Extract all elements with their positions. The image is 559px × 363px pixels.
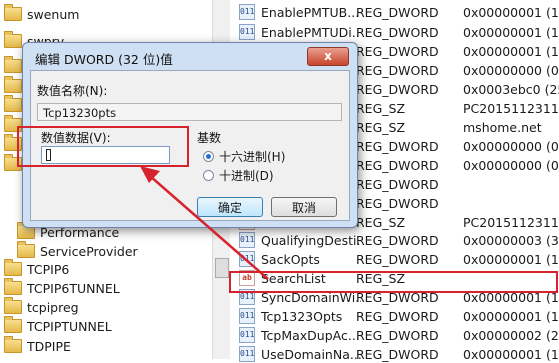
value-type: REG_DWORD	[356, 308, 439, 324]
value-name-field: Tcp13230pts	[37, 103, 342, 121]
value-type: REG_DWORD	[356, 232, 439, 248]
base-group-label: 基数	[197, 131, 222, 145]
value-name: QualifyingDesti...	[261, 232, 361, 248]
registry-value-row[interactable]: 011 QualifyingDesti... REG_DWORD 0x00000003…	[230, 231, 559, 249]
value-data: PC201511231133	[463, 100, 559, 116]
value-type: REG_DWORD	[356, 346, 439, 362]
radio-hex-label: 十六进制(H)	[219, 150, 286, 164]
value-data: 0x00000001 (1)	[463, 43, 559, 59]
folder-icon	[4, 95, 22, 112]
value-type: REG_DWORD	[356, 251, 439, 267]
radio-hex-indicator[interactable]	[203, 151, 214, 162]
value-type: REG_DWORD	[356, 176, 439, 192]
registry-value-row[interactable]: 011 EnablePMTUDi... REG_DWORD 0x00000001 (1…	[230, 23, 559, 41]
tree-item[interactable]: TCPIPTUNNEL	[4, 316, 112, 336]
value-type: REG_DWORD	[356, 24, 439, 40]
registry-value-row[interactable]: 011 EnablePMTUB... REG_DWORD 0x00000001 (1)	[230, 3, 559, 21]
value-data: 0x00000003 (3)	[463, 232, 559, 248]
scrollbar-thumb[interactable]	[215, 258, 229, 278]
value-data: 0x00000000 (0)	[463, 157, 559, 173]
tree-item[interactable]: ServiceProvider	[17, 241, 138, 261]
radio-dec-label: 十进制(D)	[219, 169, 274, 183]
value-type: REG_DWORD	[356, 157, 439, 173]
folder-icon	[4, 278, 22, 295]
value-name: UseDomainNa...	[261, 346, 361, 362]
folder-icon	[4, 259, 22, 276]
cancel-button[interactable]: 取消	[271, 197, 337, 217]
tree-item[interactable]: tcpipreg	[4, 297, 79, 317]
close-button[interactable]: x	[307, 47, 349, 66]
radio-decimal[interactable]: 十进制(D)	[203, 167, 274, 184]
value-data: 0x00000001 (1)	[463, 251, 559, 267]
tree-item-label: TCPIP6	[27, 261, 70, 277]
value-data: 0x00000001 (1)	[463, 4, 559, 20]
value-type: REG_DWORD	[356, 81, 439, 97]
binary-value-icon: 011	[239, 327, 255, 343]
value-type: REG_SZ	[356, 119, 406, 135]
value-type: REG_DWORD	[356, 62, 439, 78]
value-name: EnablePMTUDi...	[261, 24, 361, 40]
value-type: REG_DWORD	[356, 138, 439, 154]
tree-item-label: TCPIPTUNNEL	[27, 318, 112, 334]
value-type: REG_DWORD	[356, 195, 439, 211]
value-data: PC201511231133	[463, 214, 559, 230]
binary-value-icon: 011	[239, 308, 255, 324]
dialog-title: 编辑 DWORD (32 位)值	[35, 52, 173, 67]
registry-value-row[interactable]: 011 TcpMaxDupAc... REG_DWORD 0x00000002 (2)	[230, 326, 559, 344]
highlight-box-data-field	[17, 126, 189, 167]
highlight-box-row	[229, 271, 558, 293]
tree-item[interactable]: TCPIP6	[4, 259, 69, 279]
tree-item-label: swenum	[27, 6, 80, 22]
binary-value-icon: 011	[239, 346, 255, 362]
value-data: 0x00000001 (1)	[463, 346, 559, 362]
dialog-titlebar[interactable]: 编辑 DWORD (32 位)值 x	[23, 43, 357, 69]
registry-value-row[interactable]: 011 Tcp1323Opts REG_DWORD 0x00000001 (1)	[230, 307, 559, 325]
folder-icon	[4, 4, 22, 21]
value-data: 0x00000001 (1)	[463, 308, 559, 324]
value-data: 0x00000002 (2)	[463, 327, 559, 343]
value-name: EnablePMTUB...	[261, 4, 360, 20]
binary-value-icon: 011	[239, 232, 255, 248]
value-type: REG_DWORD	[356, 4, 439, 20]
value-type: REG_SZ	[356, 214, 406, 230]
tree-item-label: ServiceProvider	[40, 243, 138, 259]
folder-icon	[4, 56, 22, 73]
tree-item[interactable]: TDPIPE	[4, 336, 71, 356]
binary-value-icon: 011	[239, 4, 255, 20]
folder-icon	[4, 316, 22, 333]
tree-item-label: TCPIP6TUNNEL	[27, 280, 120, 296]
value-type: REG_SZ	[356, 100, 406, 116]
ok-button[interactable]: 确定	[197, 197, 263, 217]
value-name: TcpMaxDupAc...	[261, 327, 360, 343]
tree-item[interactable]: TCPIP6TUNNEL	[4, 278, 120, 298]
binary-value-icon: 011	[239, 24, 255, 40]
value-data: 0x00000001 (1)	[463, 24, 559, 40]
radio-dec-indicator[interactable]	[203, 170, 214, 181]
value-data: 0x00000000 (0)	[463, 62, 559, 78]
folder-icon	[4, 336, 22, 353]
binary-value-icon: 011	[239, 251, 255, 267]
value-type: REG_DWORD	[356, 327, 439, 343]
value-data: 0x0003ebc0 (256	[463, 81, 559, 97]
folder-icon	[4, 31, 22, 48]
folder-icon	[4, 297, 22, 314]
tree-item-label: tcpipreg	[27, 299, 79, 315]
registry-value-row[interactable]: 011 SackOpts REG_DWORD 0x00000001 (1)	[230, 250, 559, 268]
folder-icon	[17, 241, 35, 258]
value-name-label: 数值名称(N):	[37, 84, 108, 98]
value-type: REG_DWORD	[356, 43, 439, 59]
value-data: 0x00000000 (0)	[463, 138, 559, 154]
tree-item[interactable]: swenum	[4, 4, 79, 24]
value-data: mshome.net	[463, 119, 542, 135]
folder-icon	[4, 76, 22, 93]
value-name: Tcp1323Opts	[261, 308, 343, 324]
value-name: SackOpts	[261, 251, 320, 267]
tree-item-label: TDPIPE	[27, 338, 71, 354]
radio-hexadecimal[interactable]: 十六进制(H)	[203, 148, 285, 165]
registry-value-row[interactable]: 011 UseDomainNa... REG_DWORD 0x00000001 (1)	[230, 345, 559, 363]
